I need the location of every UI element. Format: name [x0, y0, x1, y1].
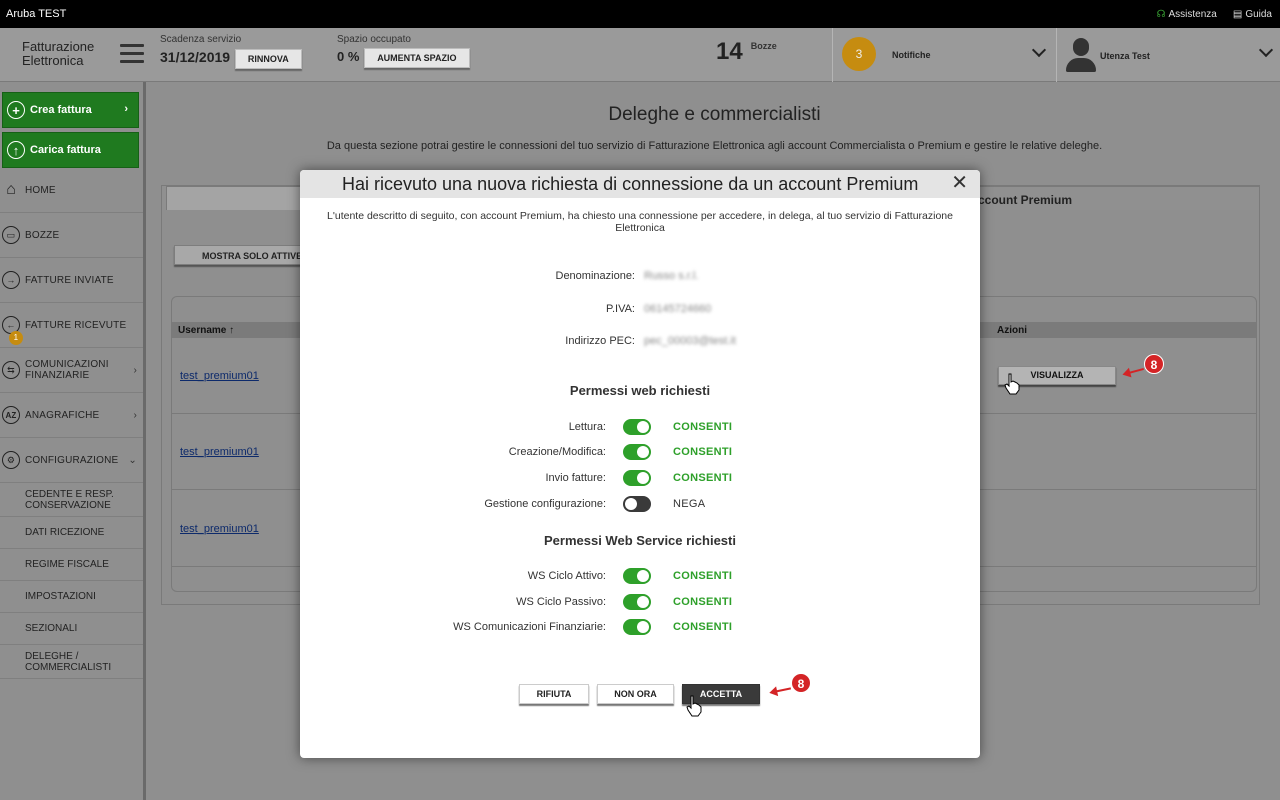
notifications-label[interactable]: Notifiche [892, 50, 931, 60]
increase-space-button[interactable]: AUMENTA SPAZIO [364, 48, 470, 68]
sidebar-item-financial-communications[interactable]: ⇆ COMUNICAZIONI FINANZIARIE › [0, 348, 143, 393]
guide-link[interactable]: ▤ Guida [1233, 9, 1272, 20]
sidebar-item-home[interactable]: ⌂ HOME [0, 168, 143, 213]
chevron-right-icon: › [133, 409, 137, 421]
permission-row: Gestione configurazione: NEGA [484, 496, 706, 512]
home-icon: ⌂ [6, 181, 16, 198]
ws-permissions-title: Permessi Web Service richiesti [544, 533, 736, 548]
permission-toggle[interactable] [623, 568, 651, 584]
page-title: Deleghe e commercialisti [608, 104, 821, 125]
plus-icon: + [7, 101, 25, 119]
tab-commercialisti[interactable] [166, 186, 316, 210]
logo[interactable]: Fatturazione Elettronica [22, 40, 94, 68]
sidebar-subitem-regime-fiscale[interactable]: REGIME FISCALE [0, 549, 143, 581]
header: Fatturazione Elettronica Scadenza serviz… [0, 28, 1280, 82]
divider [832, 28, 833, 82]
headset-icon: ☊ [1156, 9, 1166, 20]
drafts-counter[interactable]: 14 Bozze [716, 38, 777, 66]
space-used-value: 0 % [337, 49, 360, 64]
dialog-title: Hai ricevuto una nuova richiesta di conn… [342, 174, 919, 194]
top-bar: Aruba TEST ☊ Assistenza ▤ Guida [0, 0, 1280, 28]
hand-cursor-icon [686, 695, 702, 717]
chevron-right-icon: › [133, 364, 137, 376]
permission-toggle[interactable] [623, 419, 651, 435]
permission-row: Invio fatture: CONSENTI [545, 470, 733, 486]
sidebar-subitem-sezionali[interactable]: SEZIONALI [0, 613, 143, 645]
web-permissions-title: Permessi web richiesti [569, 383, 711, 398]
sidebar-item-drafts[interactable]: ▭ BOZZE [0, 213, 143, 258]
annotation-marker: 8 [791, 673, 811, 693]
service-expiry: Scadenza servizio 31/12/2019 RINNOVA [160, 34, 302, 69]
notifications-badge[interactable]: 3 [842, 37, 876, 71]
book-icon: ▤ [1232, 9, 1243, 20]
sidebar-item-sent-invoices[interactable]: → FATTURE INVIATE [0, 258, 143, 303]
renew-button[interactable]: RINNOVA [234, 49, 302, 69]
sidebar-subitem-cedente[interactable]: CEDENTE E RESP. CONSERVAZIONE [0, 483, 143, 517]
show-active-only-button[interactable]: MOSTRA SOLO ATTIVE [174, 245, 314, 265]
chevron-down-icon: ⌄ [128, 454, 137, 466]
permission-row: Lettura: CONSENTI [568, 419, 733, 435]
username-link[interactable]: test_premium01 [180, 370, 259, 382]
permission-row: Creazione/Modifica: CONSENTI [508, 444, 733, 460]
dialog-header: Hai ricevuto una nuova richiesta di conn… [300, 170, 980, 198]
received-badge: 1 [9, 331, 23, 345]
sidebar-subitem-dati-ricezione[interactable]: DATI RICEZIONE [0, 517, 143, 549]
column-username[interactable]: Username ↑ [178, 325, 234, 336]
column-actions: Azioni [997, 325, 1027, 336]
dialog-intro: L'utente descritto di seguito, con accou… [327, 210, 953, 234]
sidebar-item-registry[interactable]: AZ ANAGRAFICHE › [0, 393, 143, 438]
sidebar-subitem-impostazioni[interactable]: IMPOSTAZIONI [0, 581, 143, 613]
upload-invoice-button[interactable]: ↑ Carica fattura [2, 132, 139, 168]
permission-toggle[interactable] [623, 619, 651, 635]
close-icon[interactable]: ✕ [951, 172, 968, 194]
tab-premium-label[interactable]: ccount Premium [978, 193, 1072, 207]
reject-button[interactable]: RIFIUTA [519, 684, 589, 704]
sidebar-item-received-invoices[interactable]: ← FATTURE RICEVUTE 1 [0, 303, 143, 348]
permission-row: WS Ciclo Passivo: CONSENTI [516, 594, 733, 610]
chevron-down-icon[interactable] [1031, 42, 1047, 58]
username-link[interactable]: test_premium01 [180, 523, 259, 535]
user-label[interactable]: Utenza Test [1100, 51, 1150, 61]
permission-toggle[interactable] [623, 444, 651, 460]
arrow-right-icon: → [2, 271, 20, 289]
annotation-marker: 8 [1144, 354, 1164, 374]
assistance-link[interactable]: ☊ Assistenza [1157, 9, 1217, 20]
upload-icon: ↑ [7, 141, 25, 159]
exchange-icon: ⇆ [2, 361, 20, 379]
chevron-right-icon: › [124, 103, 128, 115]
permission-toggle[interactable] [623, 470, 651, 486]
connection-request-dialog: Hai ricevuto una nuova richiesta di conn… [300, 170, 980, 758]
gear-icon: ⚙ [2, 451, 20, 469]
permission-toggle[interactable] [623, 496, 651, 512]
sidebar-item-configuration[interactable]: ⚙ CONFIGURAZIONE ⌄ [0, 438, 143, 483]
permission-row: WS Ciclo Attivo: CONSENTI [527, 568, 733, 584]
permission-row: WS Comunicazioni Finanziarie: CONSENTI [453, 619, 733, 635]
sidebar-subitem-deleghe[interactable]: DELEGHE / COMMERCIALISTI [0, 645, 143, 679]
menu-icon[interactable] [120, 44, 144, 64]
not-now-button[interactable]: NON ORA [597, 684, 674, 704]
service-expiry-value: 31/12/2019 [160, 49, 231, 65]
permission-toggle[interactable] [623, 594, 651, 610]
page-description: Da questa sezione potrai gestire le conn… [326, 140, 1103, 152]
az-icon: AZ [2, 406, 20, 424]
drafts-icon: ▭ [2, 226, 20, 244]
app-title: Aruba TEST [6, 8, 67, 20]
avatar[interactable] [1066, 38, 1096, 72]
divider [1056, 28, 1057, 82]
sidebar: + Crea fattura › ↑ Carica fattura ⌂ HOME… [0, 82, 146, 800]
chevron-down-icon[interactable] [1258, 42, 1274, 58]
username-link[interactable]: test_premium01 [180, 446, 259, 458]
hand-cursor-icon [1004, 373, 1020, 395]
space-used: Spazio occupato 0 % AUMENTA SPAZIO [337, 34, 470, 68]
create-invoice-button[interactable]: + Crea fattura › [2, 92, 139, 128]
